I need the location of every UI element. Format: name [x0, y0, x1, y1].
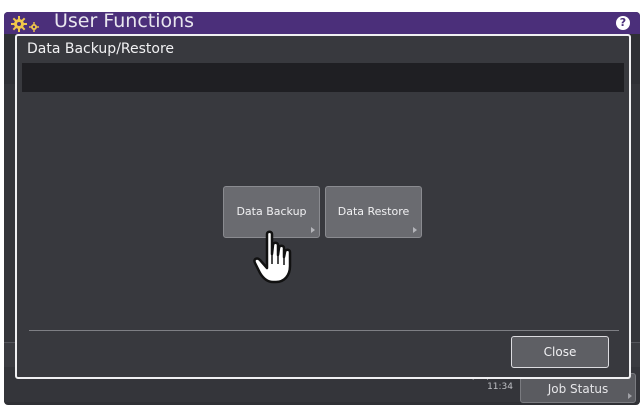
backup-restore-dialog: Data Backup/Restore Data Backup Data Res…: [15, 34, 631, 379]
app-title: User Functions: [54, 12, 195, 32]
data-restore-button[interactable]: Data Restore: [325, 186, 422, 238]
data-backup-label: Data Backup: [236, 205, 307, 218]
message-bar: [22, 63, 624, 92]
time-text: 11:34: [487, 382, 513, 392]
hand-cursor-icon: [253, 228, 303, 290]
dialog-divider: [29, 330, 619, 331]
arrow-icon: [311, 227, 315, 233]
arrow-icon: [413, 227, 417, 233]
app-header: User Functions ?: [4, 12, 640, 34]
close-button[interactable]: Close: [511, 336, 609, 368]
arrow-icon: [628, 393, 632, 399]
job-status-label: Job Status: [547, 382, 609, 396]
help-icon[interactable]: ?: [616, 16, 630, 30]
dialog-title: Data Backup/Restore: [27, 41, 175, 57]
data-restore-label: Data Restore: [337, 205, 410, 218]
